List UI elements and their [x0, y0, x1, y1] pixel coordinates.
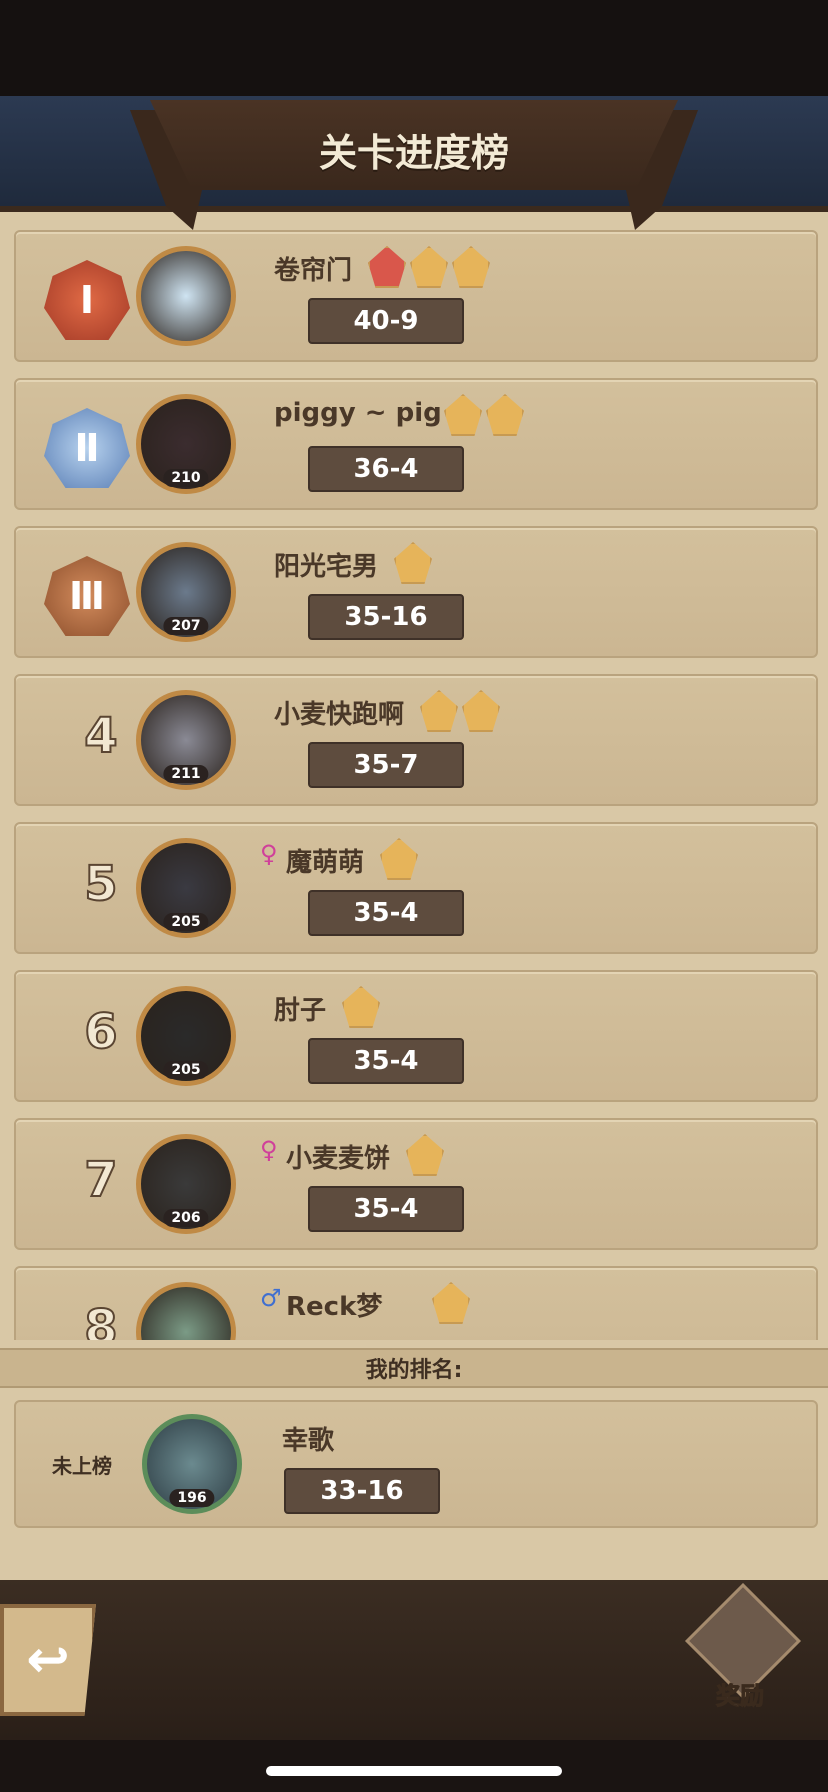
player-score: 36-4 — [308, 446, 464, 492]
page-title: 关卡进度榜 — [318, 131, 509, 175]
back-button[interactable]: ↩ — [0, 1604, 96, 1716]
player-score: 40-9 — [308, 298, 464, 344]
medal-icon — [452, 246, 490, 288]
rank-number: 5 — [83, 855, 118, 913]
medal-icon — [406, 1134, 444, 1176]
player-avatar[interactable] — [136, 246, 236, 346]
player-avatar[interactable]: 211 — [136, 690, 236, 790]
rank-badge-icon: Ⅰ — [44, 260, 130, 340]
player-name: Reck梦 — [286, 1292, 383, 1322]
level-badge: 206 — [163, 1209, 209, 1227]
leaderboard-row[interactable]: 5 205 ♀ 魔萌萌 35-4 — [14, 822, 818, 954]
my-rank-status: 未上榜 — [52, 1454, 112, 1478]
medal-icon — [420, 690, 458, 732]
rank-number: 6 — [83, 1003, 118, 1061]
status-bar — [0, 0, 828, 100]
player-avatar[interactable]: 205 — [136, 986, 236, 1086]
player-name: 小麦麦饼 — [286, 1144, 391, 1174]
rank-badge-icon: Ⅲ — [44, 556, 130, 636]
rank-number: 7 — [83, 1151, 118, 1209]
player-name: 魔萌萌 — [286, 848, 365, 878]
level-badge: 207 — [163, 617, 209, 635]
female-icon: ♀ — [260, 840, 278, 868]
player-score: 35-4 — [308, 1038, 464, 1084]
level-badge: 205 — [163, 913, 209, 931]
player-name: 肘子 — [274, 996, 327, 1026]
leaderboard-row[interactable]: 4 211 小麦快跑啊 35-7 — [14, 674, 818, 806]
medal-icon — [462, 690, 500, 732]
leaderboard-row[interactable]: Ⅲ 207 阳光宅男 35-16 — [14, 526, 818, 658]
home-indicator[interactable] — [266, 1766, 562, 1776]
leaderboard-row[interactable]: Ⅰ 卷帘门 40-9 — [14, 230, 818, 362]
my-avatar[interactable]: 196 — [142, 1414, 242, 1514]
player-score: 35-7 — [308, 742, 464, 788]
leaderboard-row[interactable]: 7 206 ♀ 小麦麦饼 35-4 — [14, 1118, 818, 1250]
player-avatar[interactable]: 210 — [136, 394, 236, 494]
player-name: 卷帘门 — [274, 256, 353, 286]
level-badge: 205 — [163, 1061, 209, 1079]
my-rank-label: 我的排名: — [0, 1348, 828, 1388]
medal-group — [420, 690, 500, 732]
leaderboard-list[interactable]: Ⅰ 卷帘门 40-9 Ⅱ 210 piggy ~ pig 36-4 Ⅲ 207 阳光宅男 35-16… — [0, 230, 828, 1340]
player-score: 35-4 — [308, 890, 464, 936]
medal-group — [342, 986, 380, 1028]
reward-label: 奖励 — [716, 1682, 765, 1711]
medal-icon — [432, 1282, 470, 1324]
male-icon: ♂ — [260, 1284, 282, 1312]
rank-number: 8 — [83, 1299, 118, 1340]
player-avatar[interactable]: 205 — [136, 838, 236, 938]
medal-icon — [486, 394, 524, 436]
rank-badge-icon: Ⅱ — [44, 408, 130, 488]
medal-icon — [342, 986, 380, 1028]
player-avatar[interactable] — [136, 1282, 236, 1340]
rank-number: 4 — [83, 707, 118, 765]
leaderboard-row[interactable]: 8 ♂ Reck梦 — [14, 1266, 818, 1340]
female-icon: ♀ — [260, 1136, 278, 1164]
my-score: 33-16 — [284, 1468, 440, 1514]
medal-icon — [368, 246, 406, 288]
medal-group — [432, 1282, 470, 1324]
my-player-name: 幸歌 — [282, 1426, 335, 1456]
medal-group — [380, 838, 418, 880]
medal-group — [394, 542, 432, 584]
player-score: 35-4 — [308, 1186, 464, 1232]
my-rank-row[interactable]: 未上榜 196 幸歌 33-16 — [14, 1400, 818, 1528]
player-avatar[interactable]: 206 — [136, 1134, 236, 1234]
level-badge: 210 — [163, 469, 209, 487]
medal-icon — [380, 838, 418, 880]
medal-group — [368, 246, 490, 288]
leaderboard-row[interactable]: 6 205 肘子 35-4 — [14, 970, 818, 1102]
reward-button[interactable]: 奖励 — [684, 1583, 801, 1712]
my-level-badge: 196 — [169, 1489, 215, 1507]
level-badge: 211 — [163, 765, 209, 783]
player-name: piggy ~ pig — [274, 398, 442, 428]
leaderboard-row[interactable]: Ⅱ 210 piggy ~ pig 36-4 — [14, 378, 818, 510]
medal-icon — [394, 542, 432, 584]
medal-icon — [444, 394, 482, 436]
medal-icon — [410, 246, 448, 288]
player-name: 阳光宅男 — [274, 552, 379, 582]
back-arrow-icon: ↩ — [26, 1630, 70, 1690]
player-avatar[interactable]: 207 — [136, 542, 236, 642]
player-score: 35-16 — [308, 594, 464, 640]
medal-group — [406, 1134, 444, 1176]
player-name: 小麦快跑啊 — [274, 700, 405, 730]
medal-group — [444, 394, 524, 436]
